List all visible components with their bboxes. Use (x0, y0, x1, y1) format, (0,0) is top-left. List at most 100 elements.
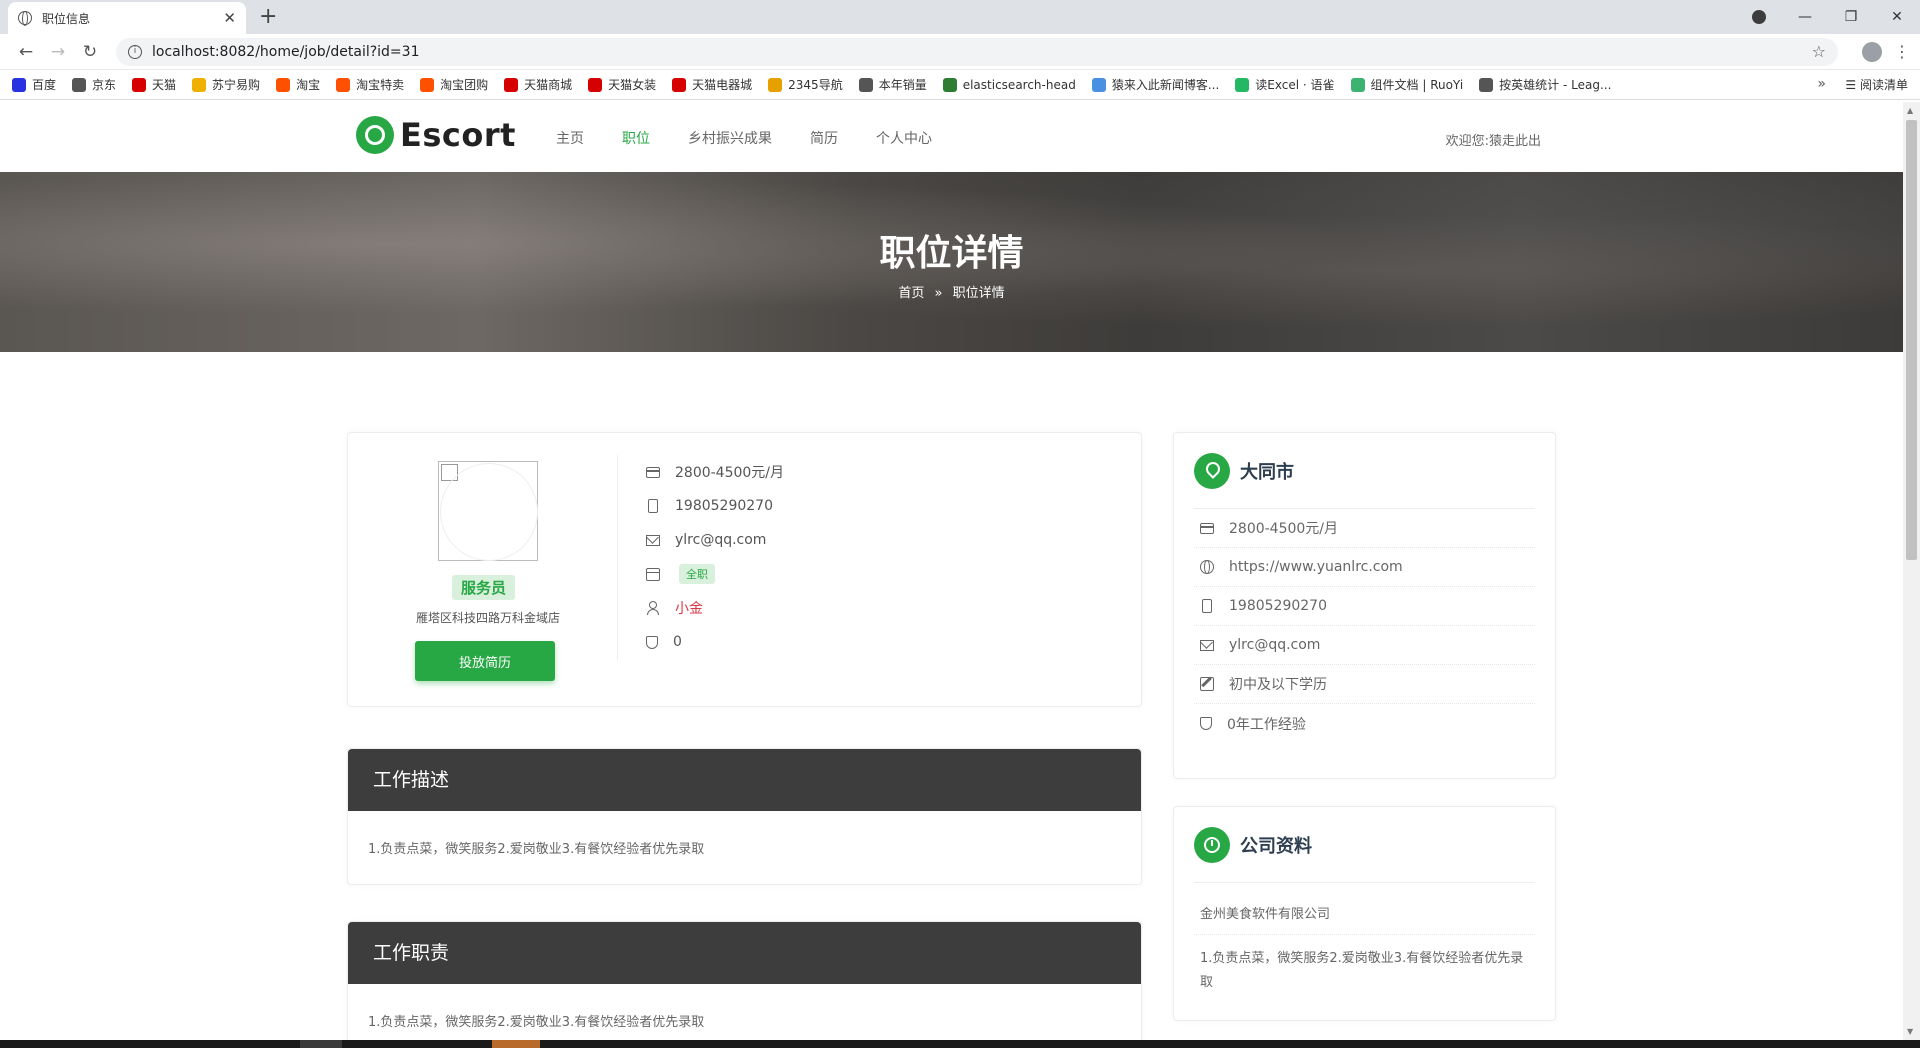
job-contact-row: 小金 (646, 591, 784, 625)
phone-icon (1202, 599, 1212, 613)
city-salary-row: 2800-4500元/月 (1194, 509, 1535, 548)
work-description-section: 工作描述 1.负责点菜，微笑服务2.爱岗敬业3.有餐饮经验者优先录取 (347, 748, 1142, 885)
city-name: 大同市 (1240, 461, 1294, 483)
globe-icon (1200, 560, 1214, 574)
logo-text: Escort (400, 116, 516, 154)
bookmark-favicon-icon (420, 77, 435, 92)
bookmark-item[interactable]: 本年销量 (858, 76, 927, 93)
bookmark-item[interactable]: 2345导航 (768, 76, 843, 93)
nav-item[interactable]: 职位 (622, 128, 650, 148)
job-count-row: 0 (646, 625, 784, 659)
bookmark-item[interactable]: 天猫商城 (504, 76, 572, 93)
bookmark-star-icon[interactable]: ☆ (1812, 42, 1826, 61)
logo-search-icon (356, 116, 394, 154)
calendar-icon (646, 567, 660, 581)
bookmark-label: 天猫电器城 (692, 78, 753, 92)
bookmark-item[interactable]: elasticsearch-head (942, 77, 1076, 92)
company-card-title: 公司资料 (1240, 835, 1312, 857)
address-bar[interactable]: i localhost:8082/home/job/detail?id=31 ☆ (116, 37, 1838, 66)
bookmark-item[interactable]: 天猫女装 (588, 76, 656, 93)
new-tab-button[interactable]: + (259, 4, 277, 30)
bookmark-item[interactable]: 淘宝 (276, 76, 320, 93)
map-pin-icon (1194, 452, 1230, 489)
scroll-down-icon[interactable]: ▼ (1907, 1027, 1913, 1036)
nav-item[interactable]: 乡村振兴成果 (688, 128, 772, 148)
section-body: 1.负责点菜，微笑服务2.爱岗敬业3.有餐饮经验者优先录取 (368, 842, 705, 857)
bookmark-label: 淘宝特卖 (356, 78, 405, 92)
url-text[interactable]: localhost:8082/home/job/detail?id=31 (152, 44, 1812, 60)
company-logo-image (438, 461, 538, 561)
bookmark-item[interactable]: 淘宝团购 (420, 76, 488, 93)
job-info-list: 2800-4500元/月 19805290270 ylrc@qq.com 全职 … (646, 455, 784, 659)
tab-search-icon[interactable] (1752, 10, 1766, 24)
mail-icon (1200, 639, 1214, 651)
back-button[interactable]: ← (10, 42, 42, 62)
reading-list-button[interactable]: ☰ 阅读清单 (1845, 76, 1908, 93)
taskbar-item[interactable] (492, 1040, 540, 1048)
browser-tab[interactable]: 职位信息 ✕ (8, 2, 246, 34)
apply-resume-button[interactable]: 投放简历 (415, 641, 555, 681)
bookmark-label: 淘宝团购 (440, 78, 489, 92)
city-salary: 2800-4500元/月 (1229, 521, 1339, 537)
mail-icon (646, 534, 660, 546)
city-website-row: https://www.yuanlrc.com (1194, 548, 1535, 587)
breadcrumb-current: 职位详情 (952, 286, 1005, 301)
bookmark-label: 淘宝 (296, 78, 321, 92)
bookmark-favicon-icon (132, 77, 147, 92)
reading-list-label: 阅读清单 (1859, 78, 1908, 92)
bookmark-item[interactable]: 组件文档 | RuoYi (1350, 76, 1464, 93)
city-phone: 19805290270 (1229, 598, 1327, 614)
forward-button[interactable]: → (42, 42, 74, 62)
bookmark-item[interactable]: 天猫电器城 (672, 76, 752, 93)
city-info-card: 大同市 2800-4500元/月 https://www.yuanlrc.com… (1173, 432, 1556, 779)
company-card-header: 公司资料 (1194, 807, 1535, 883)
welcome-text[interactable]: 欢迎您:猿走此出 (1446, 130, 1541, 149)
bookmark-favicon-icon (858, 77, 873, 92)
reload-button[interactable]: ↻ (74, 42, 106, 62)
restore-button[interactable]: ❐ (1828, 9, 1874, 25)
bookmark-item[interactable]: 按英雄统计 - Leag... (1479, 76, 1611, 93)
city-website[interactable]: https://www.yuanlrc.com (1229, 559, 1403, 575)
bookmark-item[interactable]: 百度 (12, 76, 56, 93)
main-nav: 主页 职位 乡村振兴成果 简历 个人中心 (556, 128, 970, 148)
minimize-button[interactable]: — (1782, 9, 1828, 25)
job-salary-row: 2800-4500元/月 (646, 455, 784, 489)
bookmark-favicon-icon (336, 77, 351, 92)
nav-item[interactable]: 主页 (556, 128, 584, 148)
section-body: 1.负责点菜，微笑服务2.爱岗敬业3.有餐饮经验者优先录取 (368, 1015, 705, 1030)
site-info-icon[interactable]: i (128, 44, 142, 59)
breadcrumb-home[interactable]: 首页 (898, 286, 924, 301)
section-title: 工作职责 (348, 922, 1141, 984)
bookmark-item[interactable]: 京东 (72, 76, 116, 93)
bookmark-item[interactable]: 猿来入此新闻博客... (1091, 76, 1219, 93)
browser-toolbar: ← → ↻ i localhost:8082/home/job/detail?i… (0, 34, 1920, 70)
more-bookmarks-icon[interactable]: » (1817, 76, 1826, 92)
browser-menu-icon[interactable]: ⋮ (1894, 42, 1910, 61)
bookmark-item[interactable]: 天猫 (132, 76, 176, 93)
scroll-up-icon[interactable]: ▲ (1907, 106, 1913, 115)
close-tab-icon[interactable]: ✕ (223, 9, 236, 27)
site-logo[interactable]: Escort (356, 116, 516, 154)
bookmark-item[interactable]: 读Excel · 语雀 (1235, 76, 1335, 93)
bookmark-item[interactable]: 淘宝特卖 (336, 76, 404, 93)
bookmark-label: 组件文档 | RuoYi (1370, 78, 1464, 92)
bookmark-item[interactable]: 苏宁易购 (192, 76, 260, 93)
work-duties-section: 工作职责 1.负责点菜，微笑服务2.爱岗敬业3.有餐饮经验者优先录取 (347, 921, 1142, 1040)
page-scrollbar[interactable]: ▲ ▼ (1903, 102, 1920, 1040)
nav-item[interactable]: 简历 (810, 128, 838, 148)
bookmark-favicon-icon (72, 77, 87, 92)
scrollbar-thumb[interactable] (1906, 120, 1917, 560)
shield-icon (646, 635, 658, 649)
job-type-badge: 全职 (679, 564, 715, 584)
bookmark-label: 本年销量 (878, 78, 927, 92)
close-window-button[interactable]: ✕ (1874, 9, 1920, 25)
taskbar-item[interactable] (300, 1040, 342, 1048)
bookmark-favicon-icon (588, 77, 603, 92)
profile-avatar[interactable] (1862, 41, 1882, 62)
credit-card-icon (646, 466, 660, 478)
nav-item[interactable]: 个人中心 (876, 128, 932, 148)
credit-card-icon (1200, 522, 1214, 534)
company-info-card: 公司资料 金州美食软件有限公司 1.负责点菜，微笑服务2.爱岗敬业3.有餐饮经验… (1173, 806, 1556, 1021)
bookmark-favicon-icon (1091, 77, 1106, 92)
job-phone: 19805290270 (675, 498, 773, 514)
